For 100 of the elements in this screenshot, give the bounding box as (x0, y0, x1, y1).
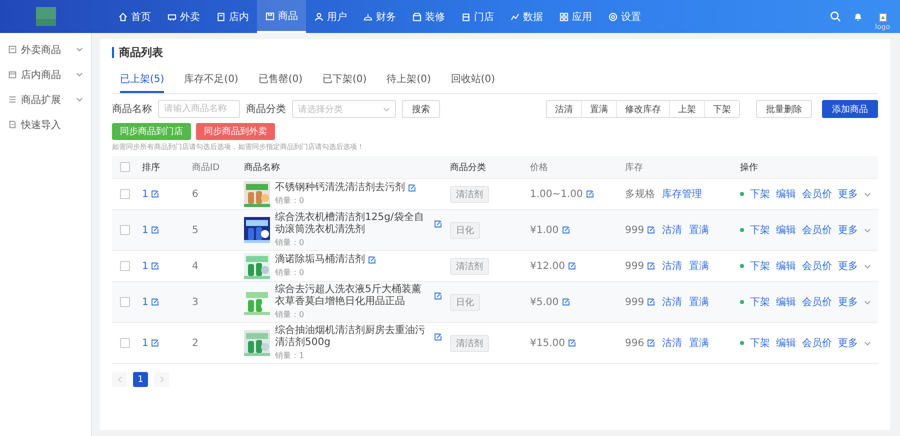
edit-icon[interactable] (562, 226, 570, 234)
sidebar-item[interactable]: 外卖商品 (0, 37, 91, 62)
action-link[interactable]: 会员价 (802, 259, 832, 273)
sidebar-item[interactable]: 商品扩展 (0, 87, 91, 112)
edit-icon[interactable] (647, 339, 656, 347)
status-tab[interactable]: 库存不足(0) (184, 68, 238, 93)
edit-icon[interactable] (434, 333, 442, 341)
action-link[interactable]: 会员价 (802, 223, 832, 237)
edit-icon[interactable] (151, 190, 160, 198)
edit-icon[interactable] (151, 298, 160, 306)
search-icon[interactable] (830, 11, 842, 22)
product-name: 综合洗衣机槽清洁剂125g/袋全自动滚筒洗衣机清洗剂 (275, 212, 425, 236)
action-link[interactable]: 编辑 (776, 259, 796, 273)
sales-count: 销量：0 (275, 237, 306, 248)
edit-icon[interactable] (647, 298, 656, 306)
stock-link[interactable]: 沽清 (662, 259, 682, 273)
checkbox[interactable] (120, 225, 130, 235)
add-product-button[interactable]: 添加商品 (822, 100, 878, 118)
edit-icon[interactable] (408, 184, 416, 192)
chevron-down-icon[interactable] (864, 340, 871, 346)
action-link[interactable]: 会员价 (802, 187, 832, 201)
checkbox[interactable] (120, 189, 130, 199)
edit-icon[interactable] (568, 339, 576, 347)
nav-tab[interactable]: 设置 (600, 0, 649, 33)
action-link[interactable]: 下架 (750, 259, 770, 273)
stock-link[interactable]: 库存管理 (662, 187, 702, 201)
stock-value: 999 (625, 224, 644, 236)
nav-tab[interactable]: 用户 (306, 0, 355, 33)
action-link[interactable]: 下架 (750, 336, 770, 350)
stock-link[interactable]: 沽清 (662, 295, 682, 309)
stock-link[interactable]: 置满 (689, 259, 710, 273)
stock-link[interactable]: 置满 (689, 295, 710, 309)
edit-icon[interactable] (151, 339, 160, 347)
action-link[interactable]: 更多 (838, 295, 858, 309)
nav-tab[interactable]: 门店 (453, 0, 502, 33)
table-cell: 2 (192, 338, 198, 348)
action-link[interactable]: 下架 (750, 223, 770, 237)
edit-icon[interactable] (568, 262, 576, 270)
chevron-down-icon[interactable] (864, 226, 871, 234)
edit-icon[interactable] (434, 292, 442, 300)
sync-button[interactable]: 同步商品到外卖 (196, 123, 275, 140)
nav-tab[interactable]: 商品 (257, 0, 306, 33)
nav-tab[interactable]: 应用 (551, 0, 600, 33)
action-link[interactable]: 下架 (750, 295, 770, 309)
action-link[interactable]: 编辑 (776, 187, 796, 201)
action-link[interactable]: 更多 (838, 259, 858, 273)
edit-icon[interactable] (151, 226, 160, 234)
action-link[interactable]: 编辑 (776, 223, 796, 237)
sidebar-item[interactable]: 店内商品 (0, 62, 91, 87)
stock-link[interactable]: 置满 (689, 223, 710, 237)
sales-count: 销量：0 (275, 195, 306, 206)
nav-tab[interactable]: 数据 (502, 0, 551, 33)
action-link[interactable]: 编辑 (776, 295, 796, 309)
nav-tab[interactable]: 财务 (355, 0, 404, 33)
action-link[interactable]: 会员价 (802, 336, 832, 350)
chevron-down-icon[interactable] (864, 190, 871, 198)
edit-icon[interactable] (434, 220, 442, 228)
page-number-button[interactable]: 1 (133, 372, 148, 387)
sales-count: 销量：0 (275, 267, 306, 278)
edit-icon[interactable] (647, 262, 656, 270)
stock-link[interactable]: 沽清 (662, 336, 682, 350)
checkbox[interactable] (120, 297, 130, 307)
status-tab[interactable]: 待上架(0) (386, 68, 431, 93)
edit-icon[interactable] (562, 298, 570, 306)
action-link[interactable]: 更多 (838, 223, 858, 237)
filter-label: 商品分类 (246, 102, 286, 116)
status-tab[interactable]: 已下架(0) (322, 68, 367, 93)
sidebar-item[interactable]: 快速导入 (0, 112, 91, 137)
batch-delete-button[interactable]: 批量删除 (756, 100, 812, 118)
checkbox[interactable] (120, 162, 130, 172)
checkbox[interactable] (120, 338, 130, 348)
status-tab[interactable]: 已售罄(0) (258, 68, 303, 93)
stock-link[interactable]: 置满 (689, 336, 710, 350)
nav-tab[interactable]: 首页 (110, 0, 159, 33)
chevron-down-icon[interactable] (864, 262, 871, 270)
name-input-field[interactable]: 请输入商品名称 (158, 100, 240, 118)
edit-icon[interactable] (151, 262, 160, 270)
table-cell: 4 (192, 260, 198, 272)
stock-link[interactable]: 沽清 (662, 223, 682, 237)
nav-tab[interactable]: 装修 (404, 0, 453, 33)
action-link[interactable]: 编辑 (776, 336, 796, 350)
checkbox[interactable] (120, 261, 130, 271)
chevron-down-icon (383, 106, 390, 112)
action-link[interactable]: 下架 (750, 187, 770, 201)
action-link[interactable]: 会员价 (802, 295, 832, 309)
nav-tab[interactable]: 外卖 (159, 0, 208, 33)
nav-tab[interactable]: 店内 (208, 0, 257, 33)
status-tab[interactable]: 已上架(5) (120, 68, 164, 93)
search-button[interactable]: 搜索 (402, 100, 440, 118)
table-cell: 3 (192, 296, 198, 308)
batch-action-button[interactable]: 下架 (704, 101, 739, 117)
edit-icon[interactable] (647, 226, 656, 234)
status-tab[interactable]: 回收站(0) (450, 68, 496, 93)
edit-icon[interactable] (368, 256, 376, 264)
action-link[interactable]: 更多 (838, 187, 858, 201)
chevron-down-icon[interactable] (864, 298, 871, 306)
action-link[interactable]: 更多 (838, 336, 858, 350)
filter-label: 商品名称 (112, 102, 152, 116)
edit-icon[interactable] (586, 190, 594, 198)
bell-icon[interactable] (853, 11, 864, 22)
